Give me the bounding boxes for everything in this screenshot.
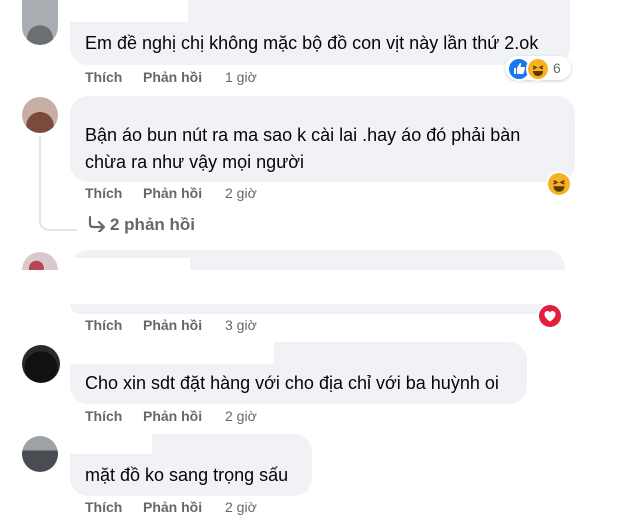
comment-text-line-2: chừa ra như vậy mọi người (85, 152, 305, 172)
view-replies-link[interactable]: 2 phản hồi (88, 215, 195, 235)
haha-icon[interactable] (546, 171, 572, 197)
comment-timestamp[interactable]: 3 giờ (225, 317, 257, 333)
like-button[interactable]: Thích (85, 185, 122, 201)
comment-timestamp[interactable]: 2 giờ (225, 499, 257, 515)
like-button[interactable]: Thích (85, 317, 122, 333)
like-button[interactable]: Thích (85, 69, 122, 85)
reaction-count: 6 (553, 60, 561, 76)
commenter-avatar[interactable] (22, 97, 58, 133)
comment-timestamp[interactable]: 2 giờ (225, 408, 257, 424)
comment-bubble-bottom (70, 304, 555, 314)
commenter-avatar[interactable] (22, 345, 60, 383)
comment-timestamp[interactable]: 1 giờ (225, 69, 257, 85)
haha-icon (526, 57, 550, 81)
comment-actions: Thích Phản hồi 2 giờ (0, 499, 300, 519)
commenter-avatar[interactable] (22, 0, 58, 45)
reply-button[interactable]: Phản hồi (143, 499, 202, 515)
comment-text: mặt đồ ko sang trọng sấu (85, 465, 289, 485)
reply-arrow-icon (88, 215, 106, 234)
reply-button[interactable]: Phản hồi (143, 408, 202, 424)
redacted-name (70, 0, 188, 22)
heart-icon[interactable] (537, 303, 563, 329)
commenter-avatar[interactable] (22, 252, 58, 270)
comment-text: Cho xin sdt đặt hàng với cho địa chỉ với… (85, 373, 499, 393)
redacted-name (70, 258, 190, 270)
redacted-name (70, 342, 274, 364)
reply-button[interactable]: Phản hồi (143, 69, 202, 85)
comment-text: Em đề nghị chị không mặc bộ đồ con vịt n… (85, 33, 539, 53)
comment-actions: Thích Phản hồi 3 giờ (0, 317, 300, 337)
replies-count-label: 2 phản hồi (110, 215, 195, 234)
reply-button[interactable]: Phản hồi (143, 185, 202, 201)
comment-text-line-1: Bận áo bun nút ra ma sao k cài lai .hay … (85, 125, 521, 145)
commenter-avatar[interactable] (22, 436, 58, 472)
comment-timestamp[interactable]: 2 giờ (225, 185, 257, 201)
like-button[interactable]: Thích (85, 408, 122, 424)
comment-actions: Thích Phản hồi 2 giờ (0, 408, 300, 428)
comment-actions: Thích Phản hồi 1 giờ (0, 69, 300, 89)
redacted-name (70, 434, 152, 454)
reply-button[interactable]: Phản hồi (143, 317, 202, 333)
comment-actions: Thích Phản hồi 2 giờ (0, 185, 300, 205)
like-button[interactable]: Thích (85, 499, 122, 515)
